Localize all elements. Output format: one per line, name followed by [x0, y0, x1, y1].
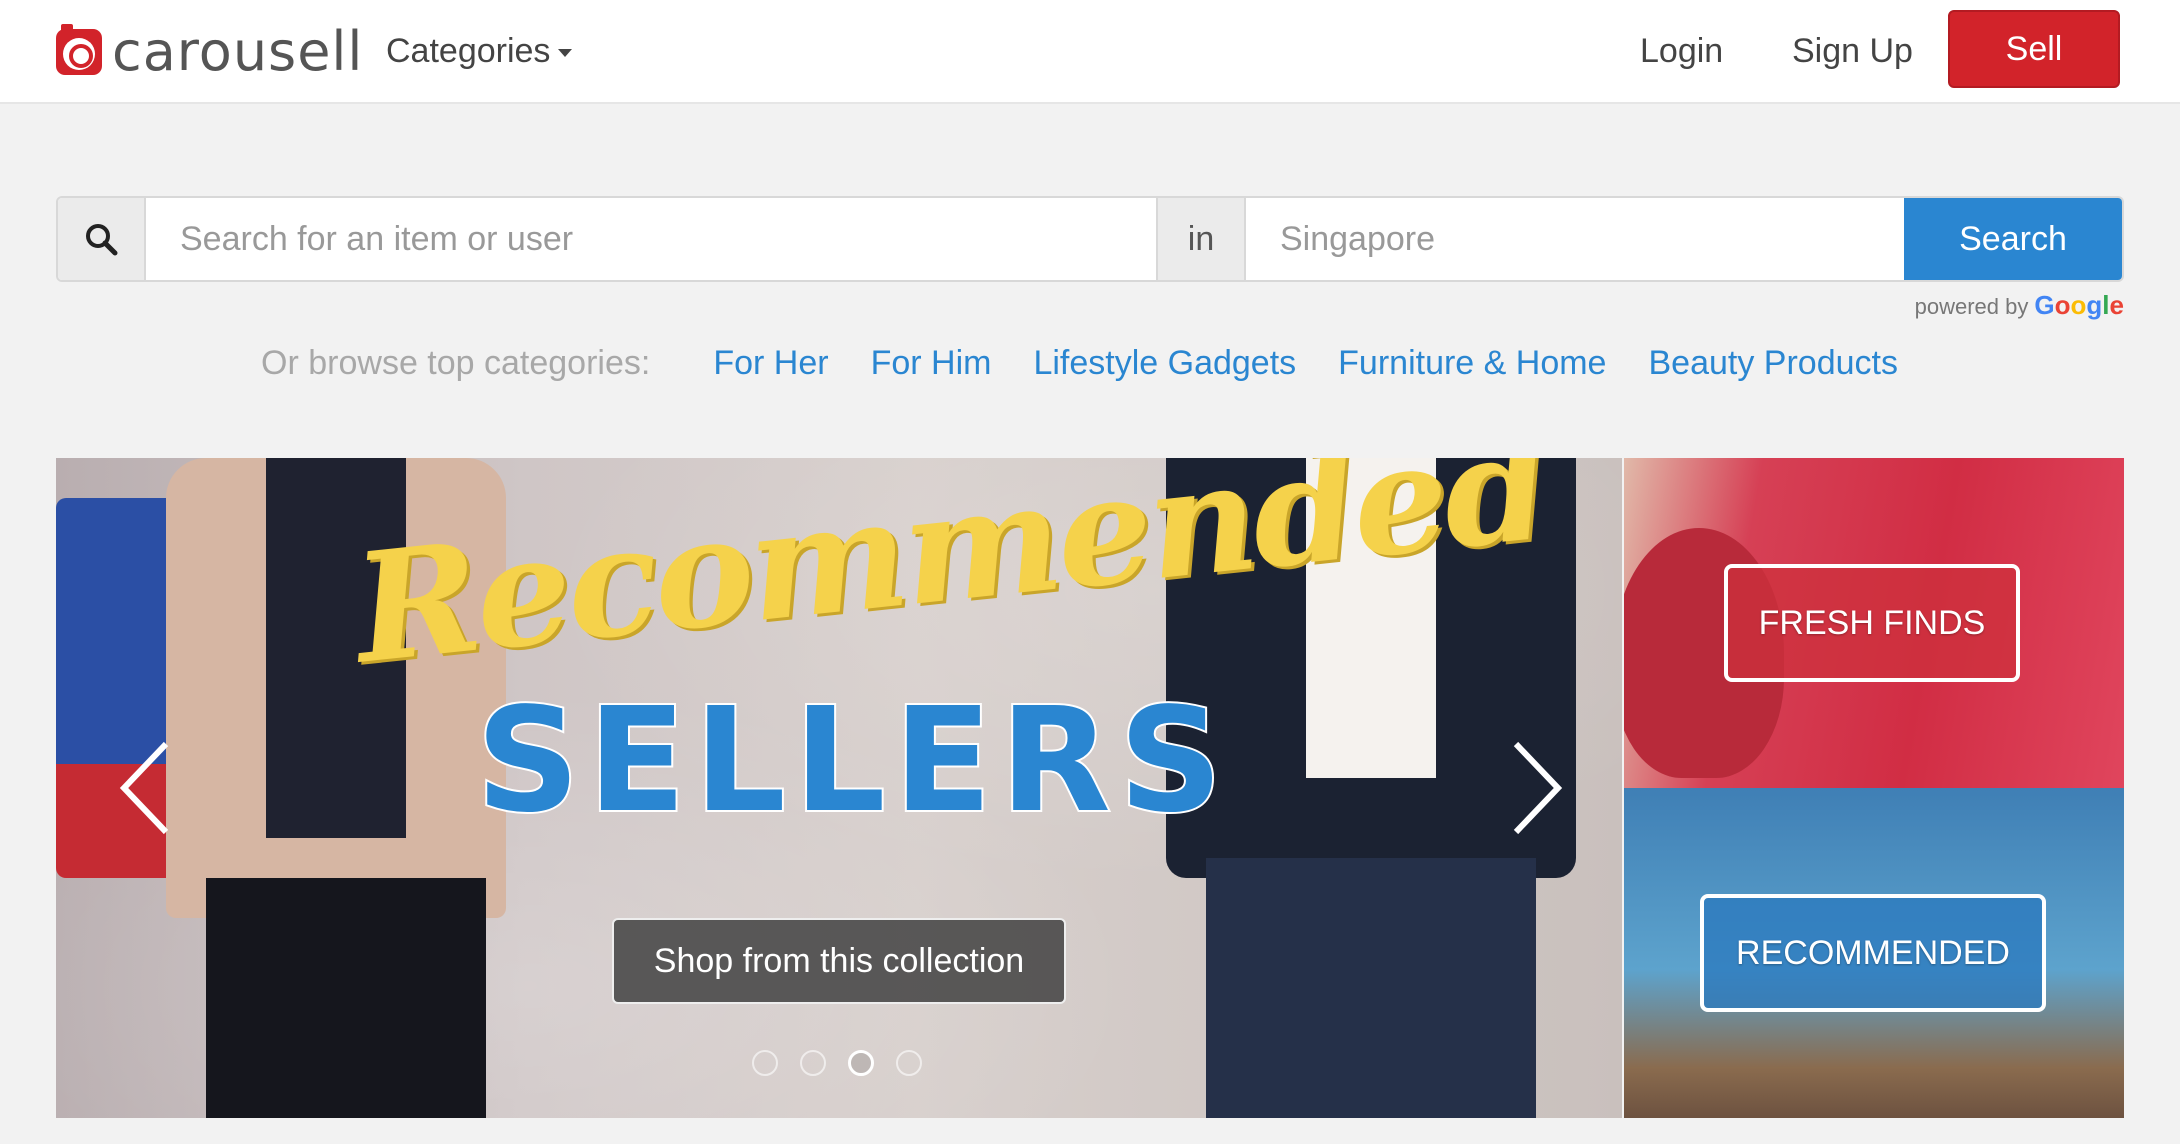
powered-by-label: powered by: [1914, 294, 2029, 319]
google-logo: Google: [2034, 290, 2124, 321]
google-letter: g: [2086, 290, 2103, 320]
sell-button[interactable]: Sell: [1948, 10, 2120, 88]
browse-categories: Or browse top categories: For Her For Hi…: [0, 344, 2180, 383]
caret-down-icon: [558, 49, 573, 57]
shop-collection-button[interactable]: Shop from this collection: [612, 918, 1066, 1004]
categories-dropdown[interactable]: Categories: [386, 26, 573, 76]
search-bar: in Search: [56, 196, 2124, 282]
recommended-label: RECOMMENDED: [1700, 894, 2046, 1012]
carousel-dot-active[interactable]: [848, 1050, 874, 1076]
recommended-tile[interactable]: RECOMMENDED: [1624, 788, 2124, 1118]
fresh-finds-tile[interactable]: FRESH FINDS: [1624, 458, 2124, 788]
category-link-lifestyle-gadgets[interactable]: Lifestyle Gadgets: [1033, 344, 1296, 383]
google-letter: e: [2109, 290, 2124, 320]
chevron-left-icon[interactable]: [116, 738, 176, 838]
chevron-right-icon[interactable]: [1506, 738, 1566, 838]
carousel-dot[interactable]: [752, 1050, 778, 1076]
google-letter: G: [2034, 290, 2055, 320]
powered-by-google: powered by Google: [1915, 290, 2124, 321]
google-letter: o: [2070, 290, 2087, 320]
hero-title-big: SELLERS: [474, 674, 1231, 846]
hero-photo-man-legs: [1206, 858, 1536, 1118]
category-link-furniture-home[interactable]: Furniture & Home: [1338, 344, 1606, 383]
carousel-dot[interactable]: [896, 1050, 922, 1076]
fresh-finds-label: FRESH FINDS: [1724, 564, 2020, 682]
camera-logo-icon: [56, 24, 102, 75]
browse-label: Or browse top categories:: [261, 344, 651, 382]
location-input[interactable]: [1246, 198, 1904, 280]
search-input[interactable]: [146, 198, 1156, 280]
carousel-dot[interactable]: [800, 1050, 826, 1076]
search-icon: [86, 224, 118, 256]
top-navbar: carousell Categories Login Sign Up Sell: [0, 0, 2180, 104]
google-letter: l: [2102, 290, 2110, 320]
category-link-for-her[interactable]: For Her: [713, 344, 828, 383]
search-icon-box: [58, 198, 146, 280]
google-letter: o: [2054, 290, 2071, 320]
search-button[interactable]: Search: [1904, 198, 2122, 280]
carousell-logo[interactable]: carousell: [56, 22, 363, 82]
signup-link[interactable]: Sign Up: [1792, 26, 1913, 76]
login-link[interactable]: Login: [1640, 26, 1723, 76]
category-link-for-him[interactable]: For Him: [871, 344, 992, 383]
logo-text: carousell: [112, 20, 364, 83]
hero-carousel[interactable]: Recommended SELLERS Shop from this colle…: [56, 458, 1622, 1118]
category-link-beauty-products[interactable]: Beauty Products: [1648, 344, 1897, 383]
carousel-dots: [752, 1050, 944, 1076]
hero-photo-woman-legs: [206, 878, 486, 1118]
in-label: in: [1156, 198, 1246, 280]
categories-label: Categories: [386, 31, 551, 70]
